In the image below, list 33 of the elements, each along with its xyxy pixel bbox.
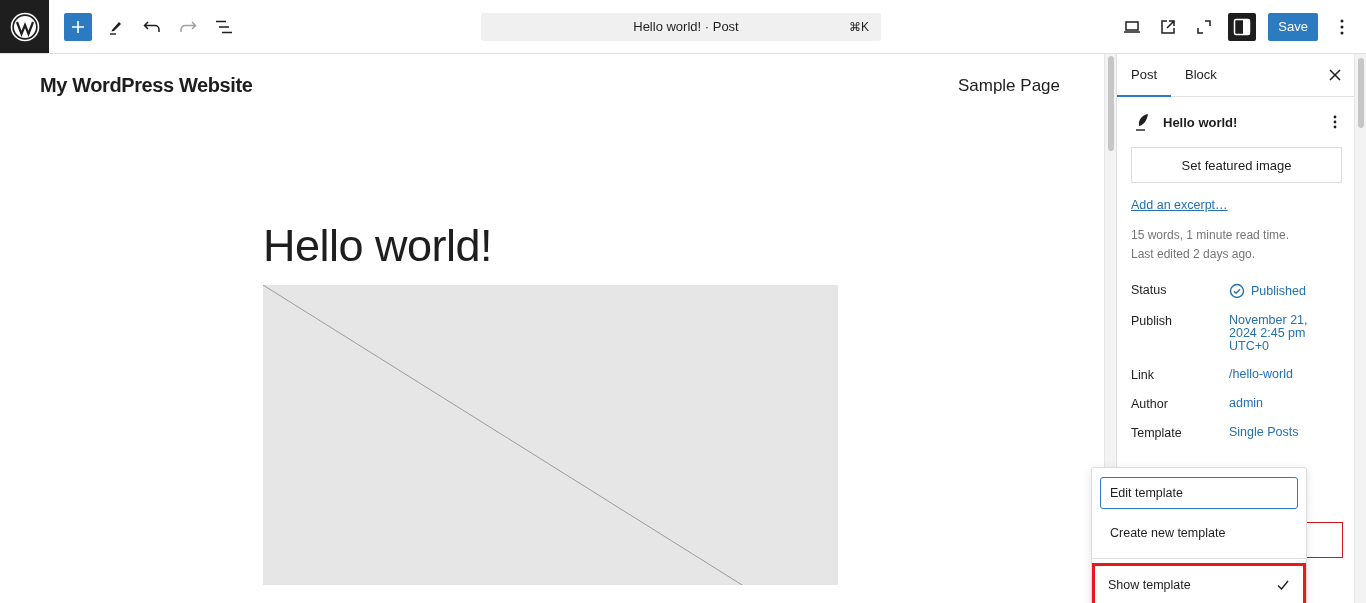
meta-label: Status	[1131, 283, 1168, 297]
check-icon	[1277, 580, 1289, 590]
meta-label: Author	[1131, 397, 1169, 411]
status-button[interactable]: Published	[1229, 283, 1306, 299]
plus-icon	[71, 19, 85, 34]
menu-item[interactable]: Create new template	[1100, 517, 1298, 549]
post-name: Hello world!	[1163, 114, 1239, 130]
post-title[interactable]: Hello world!	[263, 221, 1104, 271]
check-circle-icon	[1229, 283, 1245, 299]
meta-label: Template	[1131, 426, 1183, 440]
site-title: My WordPress Website	[40, 74, 253, 97]
meta-value-button[interactable]: November 21, 2024 2:45 pm UTC+0	[1229, 314, 1329, 353]
meta-value-button[interactable]: admin	[1229, 397, 1329, 410]
nav-link[interactable]: Sample Page	[957, 75, 1060, 95]
set-featured-image-button[interactable]: Set featured image	[1131, 147, 1342, 183]
post-stat: Last edited 2 days ago.	[1131, 247, 1257, 261]
add-excerpt-link[interactable]: Add an excerpt…	[1131, 198, 1341, 212]
scrollbar-thumb[interactable]	[1357, 58, 1364, 128]
command-bar[interactable]: Hello world! · Post ⌘K	[481, 12, 881, 41]
save-button[interactable]: Save	[1268, 12, 1318, 41]
sidebar-tab[interactable]: Block	[1171, 54, 1231, 97]
meta-value-button[interactable]: /hello-world	[1229, 368, 1329, 381]
meta-label: Link	[1131, 368, 1155, 382]
post-stat: 15 words, 1 minute read time.	[1131, 228, 1291, 242]
wordpress-logo[interactable]	[0, 0, 49, 53]
scrollbar-thumb[interactable]	[1107, 56, 1114, 151]
meta-value-button[interactable]: Single Posts	[1229, 426, 1329, 439]
feather-icon	[1135, 113, 1149, 131]
add-block-button[interactable]	[64, 12, 92, 41]
meta-label: Publish	[1131, 314, 1173, 328]
sidebar-toggle-button[interactable]	[1228, 12, 1257, 41]
sidebar-tab[interactable]: Post	[1117, 54, 1171, 97]
menu-item[interactable]: Edit template	[1100, 477, 1298, 509]
